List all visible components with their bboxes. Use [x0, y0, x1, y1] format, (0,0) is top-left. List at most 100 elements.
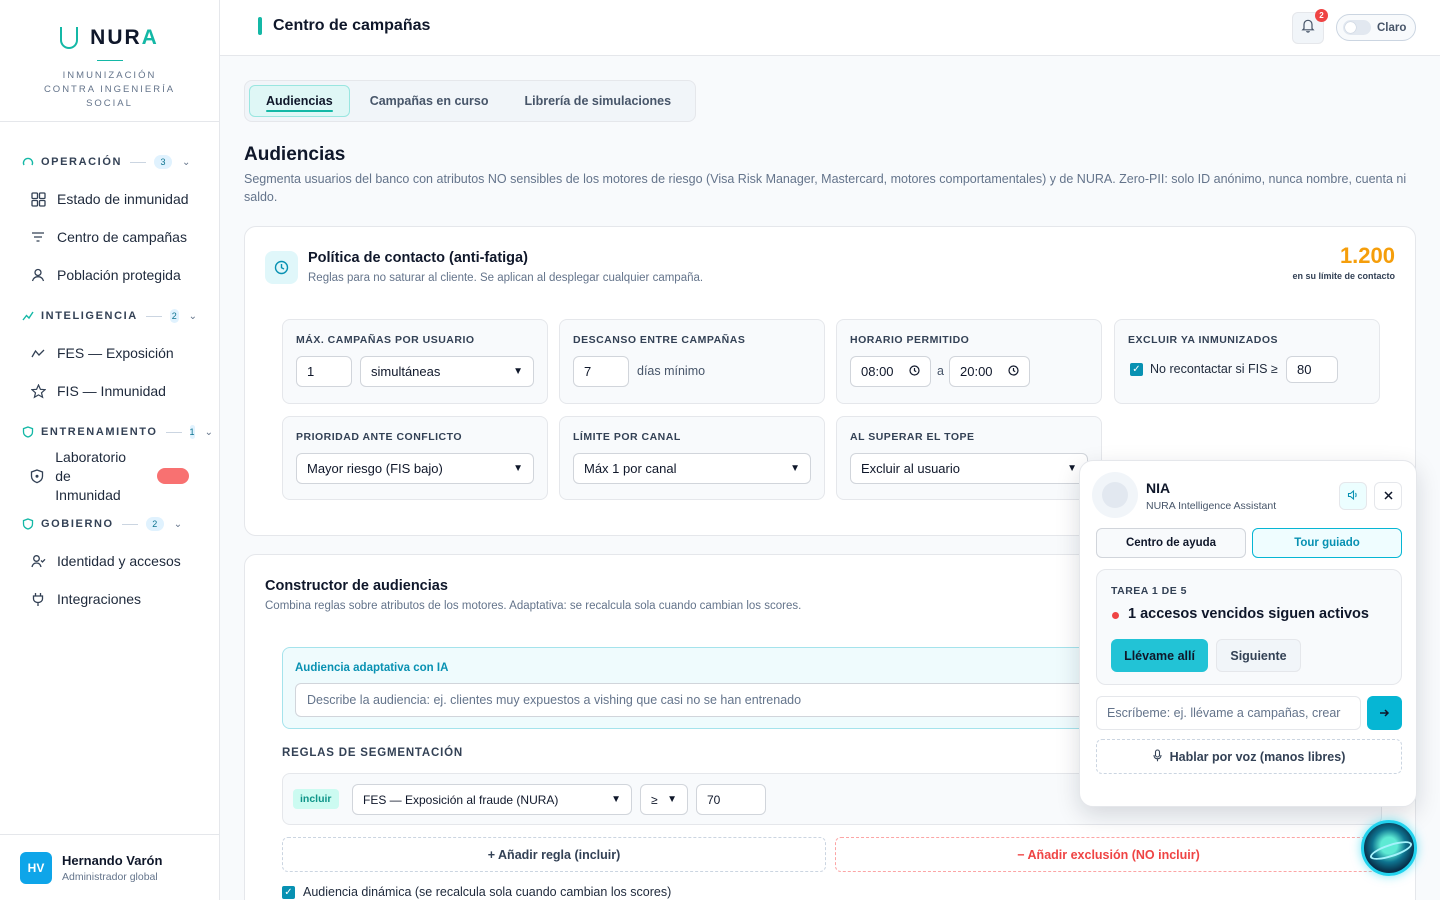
sidebar-item-label: Población protegida — [57, 266, 181, 283]
section-inteligencia[interactable]: INTELIGENCIA 2 ⌄ — [0, 306, 219, 326]
sidebar-item-integraciones[interactable]: Integraciones — [0, 580, 219, 618]
section-operacion[interactable]: OPERACIÓN 3 ⌄ — [0, 152, 219, 172]
channel-limit-field: LÍMITE POR CANAL Máx 1 por canal ▼ — [559, 416, 825, 500]
sidebar-item-label: Integraciones — [57, 590, 142, 607]
assistant-orb-button[interactable] — [1361, 820, 1417, 876]
label-line-2: de Inmunidad — [55, 467, 121, 503]
sidebar: NURA INMUNIZACIÓN CONTRA INGENIERÍA SOCI… — [0, 0, 220, 900]
channel-limit-select[interactable]: Máx 1 por canal ▼ — [573, 453, 811, 484]
sidebar-item-laboratorio-inmunidad[interactable]: Laboratorio de Inmunidad — [0, 448, 219, 505]
chevron-down-icon: ▼ — [513, 463, 523, 474]
policy-title: Política de contacto (anti-fatiga) — [308, 250, 528, 266]
brand-tagline: INMUNIZACIÓN CONTRA INGENIERÍA SOCIAL — [43, 70, 176, 109]
filter-icon — [30, 229, 46, 245]
schedule-to-input[interactable]: 20:00 — [949, 356, 1030, 387]
sidebar-item-fes-exposicion[interactable]: FES — Exposición — [0, 334, 219, 372]
speaker-button[interactable] — [1339, 482, 1367, 510]
field-label: AL SUPERAR EL TOPE — [850, 431, 975, 443]
tab-help-center[interactable]: Centro de ayuda — [1096, 528, 1246, 558]
user-profile[interactable]: HV Hernando Varón Administrador global — [0, 834, 219, 900]
sidebar-item-label: Centro de campañas — [57, 228, 187, 245]
tab-guided-tour[interactable]: Tour guiado — [1252, 528, 1402, 558]
section-count: 1 — [189, 425, 195, 439]
theme-toggle[interactable]: Claro — [1336, 14, 1416, 41]
notifications-button[interactable]: 2 — [1292, 9, 1328, 44]
rule-value-input[interactable]: 70 — [696, 784, 766, 815]
take-me-there-button[interactable]: Llévame allí — [1111, 639, 1208, 672]
sidebar-item-poblacion-protegida[interactable]: Población protegida — [0, 256, 219, 294]
sidebar-item-label: FES — Exposición — [57, 344, 174, 361]
arrow-right-icon — [1379, 706, 1390, 721]
logo-text-accent: A — [141, 26, 159, 49]
dynamic-audience-option[interactable]: ✓ Audiencia dinámica (se recalcula sola … — [282, 885, 671, 899]
sidebar-item-label: Laboratorio de Inmunidad — [55, 448, 131, 505]
close-button[interactable] — [1374, 482, 1402, 510]
section-divider — [145, 315, 162, 317]
chevron-down-icon: ▼ — [1067, 463, 1077, 474]
grid-icon — [30, 191, 46, 207]
conflict-priority-field: PRIORIDAD ANTE CONFLICTO Mayor riesgo (F… — [282, 416, 548, 500]
assistant-input[interactable]: Escríbeme: ej. llévame a campañas, crear — [1096, 696, 1361, 730]
rule-mode-badge[interactable]: incluir — [293, 789, 339, 809]
chevron-down-icon[interactable]: ⌄ — [174, 519, 182, 530]
field-label: EXCLUIR YA INMUNIZADOS — [1128, 334, 1279, 346]
select-value: FES — Exposición al fraude (NURA) — [363, 792, 559, 807]
speaker-icon — [1347, 489, 1359, 504]
next-button[interactable]: Siguiente — [1216, 639, 1301, 672]
assistant-avatar — [1092, 472, 1138, 518]
select-value: Excluir al usuario — [861, 461, 960, 476]
shield-icon — [30, 468, 44, 484]
section-gobierno[interactable]: GOBIERNO 2 ⌄ — [0, 514, 219, 534]
tab-audiencias[interactable]: Audiencias — [249, 85, 350, 117]
user-icon — [30, 267, 46, 283]
section-entrenamiento[interactable]: ENTRENAMIENTO 1 ⌄ — [0, 422, 219, 442]
task-progress: TAREA 1 DE 5 — [1111, 585, 1188, 597]
gauge-icon — [22, 156, 34, 168]
clock-icon — [909, 364, 920, 379]
rule-operator-select[interactable]: ≥ ▼ — [640, 784, 688, 815]
alert-badge — [156, 468, 189, 484]
chevron-down-icon[interactable]: ⌄ — [189, 311, 197, 322]
rule-attribute-select[interactable]: FES — Exposición al fraude (NURA) ▼ — [352, 784, 632, 815]
exclude-immunized-checkbox[interactable]: ✓ — [1130, 363, 1143, 376]
rest-days-input[interactable]: 7 — [573, 356, 629, 387]
theme-label: Claro — [1377, 21, 1407, 34]
rest-unit: días mínimo — [637, 364, 706, 378]
rest-between-field: DESCANSO ENTRE CAMPAÑAS 7 días mínimo — [559, 319, 825, 404]
voice-button[interactable]: Hablar por voz (manos libres) — [1096, 739, 1402, 774]
brand: NURA INMUNIZACIÓN CONTRA INGENIERÍA SOCI… — [0, 0, 219, 122]
clock-icon — [1008, 364, 1019, 379]
sidebar-nav: OPERACIÓN 3 ⌄ Estado de inmunidad Centro… — [0, 122, 219, 618]
chevron-down-icon: ▼ — [611, 794, 621, 805]
sidebar-item-centro-campanas[interactable]: Centro de campañas — [0, 218, 219, 256]
tab-libreria-simulaciones[interactable]: Librería de simulaciones — [508, 85, 687, 117]
chevron-down-icon[interactable]: ⌄ — [182, 157, 190, 168]
sidebar-item-estado-inmunidad[interactable]: Estado de inmunidad — [0, 180, 219, 218]
over-limit-select[interactable]: Excluir al usuario ▼ — [850, 453, 1088, 484]
max-campaigns-mode-select[interactable]: simultáneas ▼ — [360, 356, 534, 387]
section-count: 2 — [169, 309, 179, 323]
page-description: Segmenta usuarios del banco con atributo… — [244, 172, 1407, 204]
sidebar-item-fis-inmunidad[interactable]: FIS — Inmunidad — [0, 372, 219, 410]
tab-campanas-en-curso[interactable]: Campañas en curso — [354, 85, 505, 117]
add-rule-button[interactable]: + Añadir regla (incluir) — [282, 837, 826, 872]
add-exclusion-button[interactable]: − Añadir exclusión (NO incluir) — [835, 837, 1382, 872]
sidebar-item-identidad-accesos[interactable]: Identidad y accesos — [0, 542, 219, 580]
allowed-schedule-field: HORARIO PERMITIDO 08:00 a 20:00 — [836, 319, 1102, 404]
max-campaigns-input[interactable]: 1 — [296, 356, 352, 387]
star-icon — [30, 383, 46, 399]
exclude-immunized-field: EXCLUIR YA INMUNIZADOS ✓ No recontactar … — [1114, 319, 1380, 404]
rules-title: REGLAS DE SEGMENTACIÓN — [282, 747, 463, 759]
select-value: Máx 1 por canal — [584, 461, 677, 476]
select-value: ≥ — [651, 792, 658, 807]
send-button[interactable] — [1367, 696, 1402, 730]
schedule-from-input[interactable]: 08:00 — [850, 356, 931, 387]
conflict-priority-select[interactable]: Mayor riesgo (FIS bajo) ▼ — [296, 453, 534, 484]
shield-icon — [22, 518, 34, 530]
logo-u-icon — [60, 27, 79, 49]
fis-threshold-input[interactable]: 80 — [1286, 356, 1338, 383]
title-accent-bar — [258, 17, 262, 35]
chevron-down-icon[interactable]: ⌄ — [205, 427, 213, 438]
dynamic-audience-checkbox[interactable]: ✓ — [282, 885, 295, 899]
logo[interactable]: NURA — [60, 26, 159, 50]
